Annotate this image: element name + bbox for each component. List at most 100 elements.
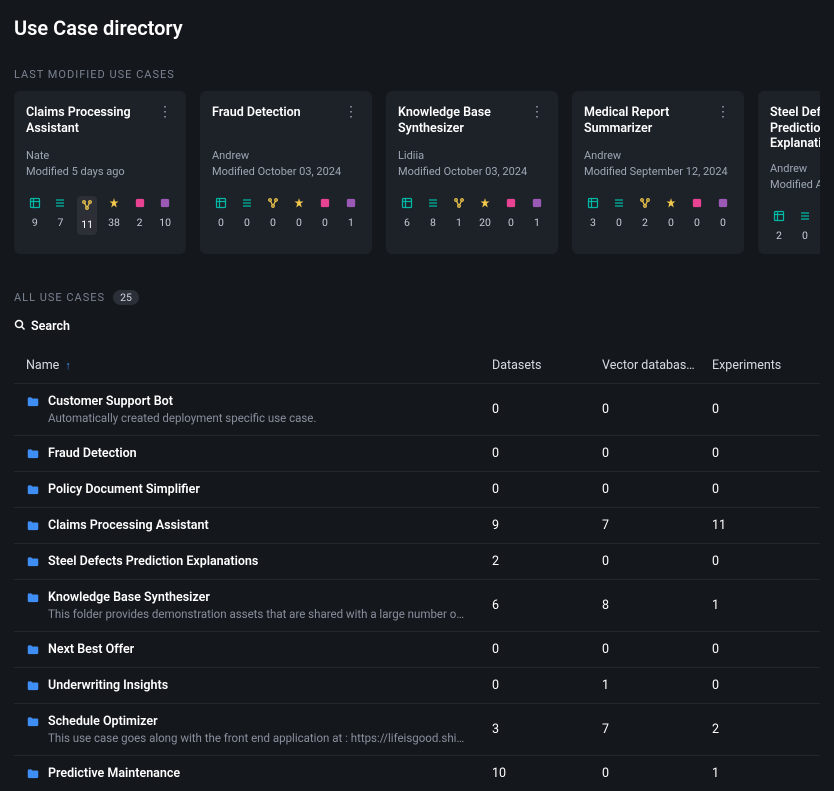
row-vector-databases: 1: [602, 678, 712, 693]
card-stat-icon: [80, 198, 94, 212]
folder-icon: [26, 519, 40, 533]
card-stat: 10: [156, 196, 174, 235]
card-stat-icon: [478, 196, 492, 210]
card-author: Nate: [26, 149, 174, 162]
card-stat-icon: [716, 196, 730, 210]
row-datasets: 0: [492, 678, 602, 693]
card-modified: Modified October 03, 2024: [398, 165, 546, 178]
card-stat-value: 0: [244, 216, 250, 229]
card-stat-value: 8: [430, 216, 436, 229]
card-stat: 0: [290, 196, 308, 229]
table-row[interactable]: Schedule Optimizer This use case goes al…: [14, 703, 820, 755]
card-stat: 0: [238, 196, 256, 229]
card-menu-button[interactable]: ⋮: [156, 105, 174, 119]
table-row[interactable]: Underwriting Insights 0 1 0: [14, 667, 820, 703]
row-name: Next Best Offer: [48, 642, 134, 657]
table-row[interactable]: Steel Defects Prediction Explanations 2 …: [14, 543, 820, 579]
last-modified-label: LAST MODIFIED USE CASES: [14, 68, 820, 81]
card-stat-icon: [664, 196, 678, 210]
row-vector-databases: 0: [602, 482, 712, 497]
recent-use-case-card[interactable]: Knowledge Base Synthesizer ⋮ Lidiia Modi…: [386, 91, 558, 254]
row-vector-databases: 0: [602, 402, 712, 417]
card-stat-icon: [318, 196, 332, 210]
column-header-experiments[interactable]: Experiments: [712, 358, 822, 373]
card-title: Claims Processing Assistant: [26, 105, 156, 136]
card-stat-value: 0: [802, 229, 808, 242]
card-stat-icon: [452, 196, 466, 210]
row-datasets: 0: [492, 642, 602, 657]
card-stat-value: 11: [81, 218, 93, 231]
column-header-vector-databases[interactable]: Vector databas…: [602, 358, 712, 373]
card-stat-value: 2: [776, 229, 782, 242]
card-stat-value: 7: [57, 216, 63, 229]
card-menu-button[interactable]: ⋮: [342, 105, 360, 119]
table-row[interactable]: Fraud Detection 0 0 0: [14, 435, 820, 471]
row-experiments: 2: [712, 722, 822, 737]
card-stat-icon: [107, 196, 121, 210]
folder-icon: [26, 767, 40, 781]
row-vector-databases: 7: [602, 518, 712, 533]
table-row[interactable]: Policy Document Simplifier 0 0 0: [14, 471, 820, 507]
row-experiments: 11: [712, 518, 822, 533]
row-name: Underwriting Insights: [48, 678, 168, 693]
card-stat-icon: [638, 196, 652, 210]
card-title: Medical Report Summarizer: [584, 105, 714, 136]
card-menu-button[interactable]: ⋮: [528, 105, 546, 119]
card-author: Andrew: [770, 162, 820, 175]
folder-icon: [26, 555, 40, 569]
card-stat-value: 0: [694, 216, 700, 229]
column-header-name[interactable]: Name ↑: [22, 358, 492, 373]
card-stat-value: 2: [137, 216, 143, 229]
folder-icon: [26, 679, 40, 693]
recent-use-case-card[interactable]: Medical Report Summarizer ⋮ Andrew Modif…: [572, 91, 744, 254]
table-row[interactable]: Next Best Offer 0 0 0: [14, 631, 820, 667]
folder-icon: [26, 591, 40, 605]
card-stat-icon: [28, 196, 42, 210]
card-stat: 0: [662, 196, 680, 229]
card-title: Steel Defects Prediction Explanations: [770, 105, 820, 152]
row-datasets: 9: [492, 518, 602, 533]
column-header-name-text: Name: [26, 358, 59, 373]
recent-use-case-card[interactable]: Steel Defects Prediction Explanations ⋮ …: [758, 91, 820, 254]
all-use-cases-header: ALL USE CASES 25: [14, 290, 820, 305]
card-stat-value: 6: [404, 216, 410, 229]
row-description: This use case goes along with the front …: [48, 731, 468, 745]
card-stat: 3: [584, 196, 602, 229]
folder-icon: [26, 447, 40, 461]
row-name: Customer Support Bot: [48, 394, 316, 409]
recent-use-case-card[interactable]: Claims Processing Assistant ⋮ Nate Modif…: [14, 91, 186, 254]
search-trigger[interactable]: Search: [14, 319, 820, 334]
row-name: Steel Defects Prediction Explanations: [48, 554, 258, 569]
card-stat-value: 0: [668, 216, 674, 229]
card-stat: 0: [688, 196, 706, 229]
card-stat-icon: [344, 196, 358, 210]
row-vector-databases: 0: [602, 446, 712, 461]
row-name: Knowledge Base Synthesizer: [48, 590, 468, 605]
table-row[interactable]: Knowledge Base Synthesizer This folder p…: [14, 579, 820, 631]
card-stat: 2: [131, 196, 149, 235]
card-menu-button[interactable]: ⋮: [714, 105, 732, 119]
row-description: This folder provides demonstration asset…: [48, 607, 468, 621]
recent-cards-row: Claims Processing Assistant ⋮ Nate Modif…: [14, 91, 820, 254]
row-datasets: 10: [492, 766, 602, 781]
table-row[interactable]: Predictive Maintenance 10 0 1: [14, 755, 820, 791]
folder-icon: [26, 715, 40, 729]
card-stat: 6: [398, 196, 416, 229]
row-datasets: 0: [492, 402, 602, 417]
all-use-cases-label: ALL USE CASES: [14, 291, 105, 304]
card-stat-icon: [530, 196, 544, 210]
card-stat-icon: [772, 209, 786, 223]
column-header-datasets[interactable]: Datasets: [492, 358, 602, 373]
search-label: Search: [31, 319, 70, 334]
card-stat-value: 0: [616, 216, 622, 229]
folder-icon: [26, 395, 40, 409]
all-use-cases-count-badge: 25: [113, 290, 139, 305]
row-name: Claims Processing Assistant: [48, 518, 209, 533]
recent-use-case-card[interactable]: Fraud Detection ⋮ Andrew Modified Octobe…: [200, 91, 372, 254]
search-icon: [14, 319, 26, 334]
card-stat: 1: [342, 196, 360, 229]
table-row[interactable]: Claims Processing Assistant 9 7 11: [14, 507, 820, 543]
card-stat-value: 0: [270, 216, 276, 229]
table-row[interactable]: Customer Support Bot Automatically creat…: [14, 383, 820, 435]
row-experiments: 0: [712, 482, 822, 497]
